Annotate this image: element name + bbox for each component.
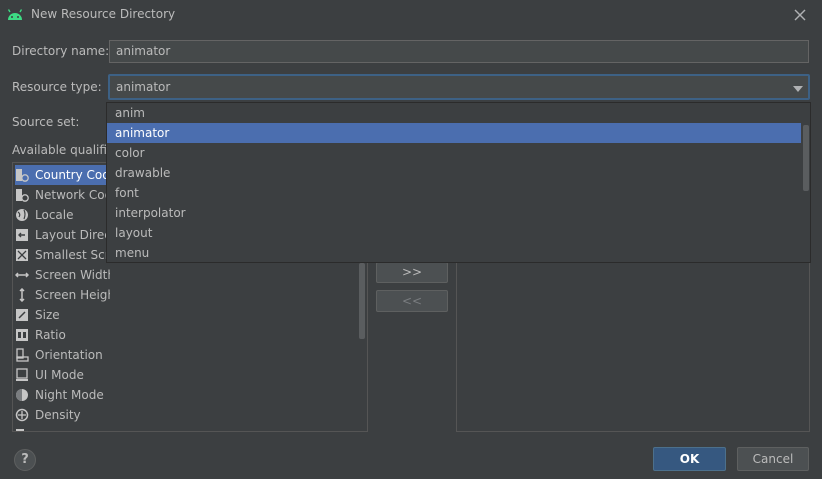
qualifiers-scroll-thumb[interactable]	[359, 263, 365, 339]
network-code-icon	[15, 188, 29, 202]
directory-name-label: Directory name:	[12, 44, 110, 58]
list-item[interactable]	[15, 425, 110, 431]
chevron-down-icon	[792, 83, 804, 93]
density-icon	[15, 408, 29, 422]
source-set-label: Source set:	[12, 115, 80, 129]
ok-button[interactable]: OK	[653, 447, 726, 471]
size-icon	[15, 308, 29, 322]
title-bar: New Resource Directory	[0, 0, 822, 30]
list-item[interactable]: Network Code	[15, 185, 110, 205]
dropdown-option[interactable]: interpolator	[107, 203, 801, 223]
dropdown-option-selected[interactable]: animator	[107, 123, 801, 143]
ui-mode-icon	[15, 368, 29, 382]
android-icon	[6, 6, 24, 22]
dropdown-option[interactable]: menu	[107, 243, 801, 262]
dropdown-option[interactable]: drawable	[107, 163, 801, 183]
resource-type-select[interactable]: animator	[108, 74, 810, 100]
dropdown-scroll-thumb[interactable]	[803, 125, 809, 191]
more-qualifier-icon	[15, 428, 29, 431]
list-item[interactable]: Night Mode	[15, 385, 110, 405]
remove-qualifier-button[interactable]: <<	[376, 290, 448, 312]
list-item[interactable]: UI Mode	[15, 365, 110, 385]
screen-width-icon	[15, 268, 30, 282]
screen-height-icon	[15, 287, 29, 303]
available-qualifiers-label: Available qualifier	[12, 143, 107, 157]
list-item[interactable]: Screen Width	[15, 265, 110, 285]
dropdown-option[interactable]: font	[107, 183, 801, 203]
cancel-button[interactable]: Cancel	[737, 447, 809, 471]
list-item[interactable]: Orientation	[15, 345, 110, 365]
list-item[interactable]: Size	[15, 305, 110, 325]
dropdown-option[interactable]: layout	[107, 223, 801, 243]
smallest-screen-icon	[15, 248, 29, 262]
globe-icon	[15, 208, 29, 222]
close-icon[interactable]	[790, 5, 810, 25]
list-item[interactable]: Ratio	[15, 325, 110, 345]
country-code-icon	[15, 168, 29, 182]
list-item[interactable]: Screen Height	[15, 285, 110, 305]
dropdown-option[interactable]: anim	[107, 103, 801, 123]
list-item[interactable]: Density	[15, 405, 110, 425]
resource-type-dropdown[interactable]: anim animator color drawable font interp…	[106, 102, 811, 263]
add-qualifier-button[interactable]: >>	[376, 262, 448, 283]
orientation-icon	[15, 348, 29, 362]
dialog-title: New Resource Directory	[31, 7, 176, 21]
resource-type-value: animator	[116, 80, 171, 94]
list-item[interactable]: Layout Directi	[15, 225, 110, 245]
night-mode-icon	[15, 388, 29, 402]
ratio-icon	[15, 328, 29, 342]
resource-type-label: Resource type:	[12, 80, 102, 94]
layout-direction-icon	[15, 228, 29, 242]
directory-name-field[interactable]: animator	[109, 40, 809, 63]
list-item[interactable]: Locale	[15, 205, 110, 225]
dropdown-option[interactable]: color	[107, 143, 801, 163]
dropdown-scrollbar[interactable]	[801, 103, 810, 262]
list-item[interactable]: Smallest Scree	[15, 245, 110, 265]
list-item[interactable]: Country Code	[15, 165, 110, 185]
help-button[interactable]: ?	[14, 449, 36, 471]
